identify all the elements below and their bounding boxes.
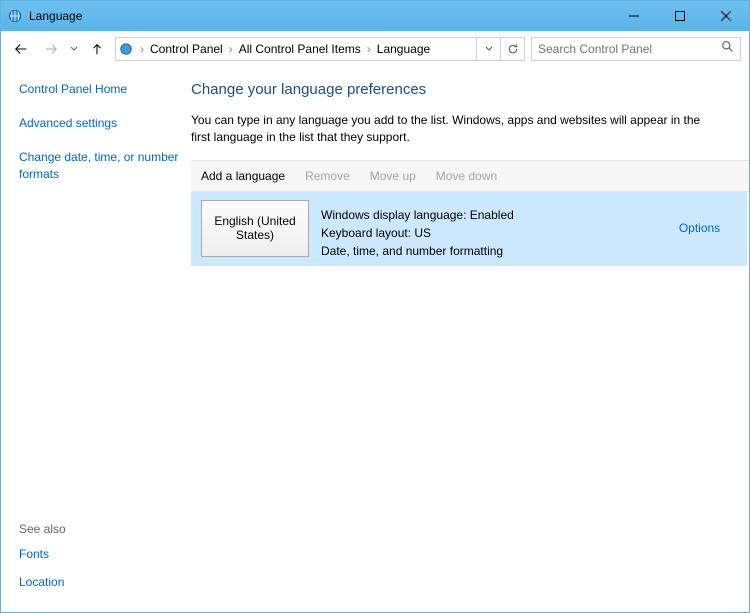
sidebar-link-location[interactable]: Location: [19, 574, 181, 590]
language-detail-line: Keyboard layout: US: [321, 224, 652, 242]
refresh-button[interactable]: [500, 38, 524, 60]
up-button[interactable]: [85, 37, 109, 61]
search-input[interactable]: [538, 42, 721, 56]
recent-locations-dropdown[interactable]: [69, 45, 79, 53]
language-detail-line: Windows display language: Enabled: [321, 206, 652, 224]
language-options-link[interactable]: Options: [679, 221, 720, 235]
chevron-right-icon[interactable]: ›: [363, 42, 375, 56]
sidebar-link-dateformats[interactable]: Change date, time, or number formats: [19, 149, 181, 181]
page-description: You can type in any language you add to …: [191, 112, 749, 146]
page-heading: Change your language preferences: [191, 67, 749, 112]
titlebar: Language: [1, 1, 749, 31]
sidebar-link-home[interactable]: Control Panel Home: [19, 81, 181, 97]
language-detail-line: Date, time, and number formatting: [321, 242, 652, 260]
sidebar: Control Panel Home Advanced settings Cha…: [1, 67, 191, 612]
search-box[interactable]: [531, 37, 741, 61]
language-details: Windows display language: Enabled Keyboa…: [321, 192, 652, 265]
breadcrumb-all-items[interactable]: All Control Panel Items: [237, 40, 363, 58]
window-title: Language: [29, 9, 611, 23]
chevron-right-icon[interactable]: ›: [225, 42, 237, 56]
maximize-button[interactable]: [657, 1, 703, 31]
sidebar-link-fonts[interactable]: Fonts: [19, 546, 181, 562]
chevron-right-icon[interactable]: ›: [136, 42, 148, 56]
sidebar-link-advanced[interactable]: Advanced settings: [19, 115, 181, 131]
back-button[interactable]: [9, 37, 33, 61]
breadcrumb-control-panel[interactable]: Control Panel: [148, 40, 225, 58]
control-panel-icon: [116, 42, 136, 56]
move-down-button[interactable]: Move down: [436, 169, 497, 183]
remove-language-button[interactable]: Remove: [305, 169, 350, 183]
minimize-button[interactable]: [611, 1, 657, 31]
language-toolbar: Add a language Remove Move up Move down: [191, 160, 749, 192]
address-box[interactable]: ›Control Panel ›All Control Panel Items …: [115, 37, 525, 61]
breadcrumb-language[interactable]: Language: [375, 40, 432, 58]
see-also-heading: See also: [19, 522, 181, 536]
forward-button[interactable]: [39, 37, 63, 61]
close-button[interactable]: [703, 1, 749, 31]
search-icon[interactable]: [721, 40, 734, 58]
address-bar: ›Control Panel ›All Control Panel Items …: [1, 31, 749, 67]
language-row[interactable]: English (United States) Windows display …: [191, 192, 747, 266]
language-app-icon: [7, 8, 23, 24]
main-content: Change your language preferences You can…: [191, 67, 749, 612]
language-name-button[interactable]: English (United States): [201, 200, 309, 257]
move-up-button[interactable]: Move up: [370, 169, 416, 183]
add-language-button[interactable]: Add a language: [201, 169, 285, 183]
address-dropdown-button[interactable]: [476, 38, 500, 60]
